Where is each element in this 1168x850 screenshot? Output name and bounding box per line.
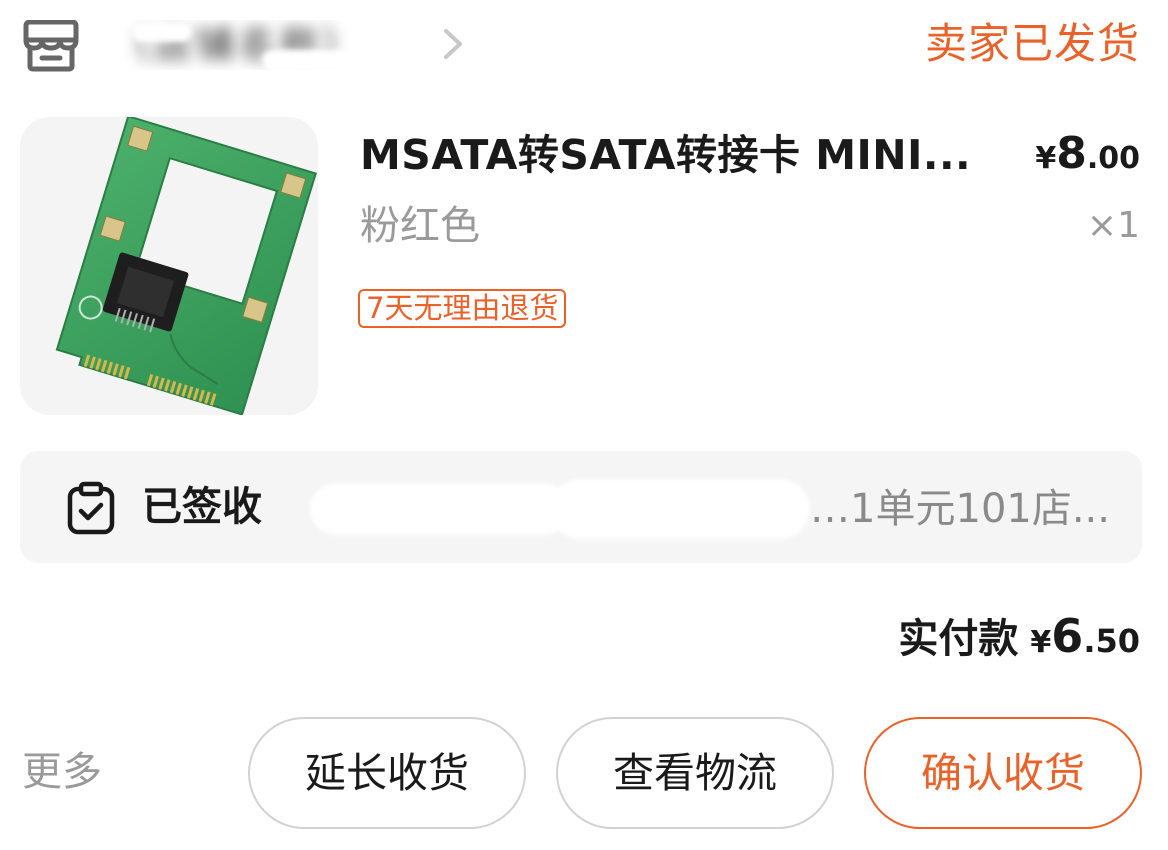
order-status: 卖家已发货: [924, 19, 1140, 68]
confirm-receipt-button[interactable]: 确认收货: [864, 717, 1142, 829]
paid-decimal: .50: [1083, 622, 1140, 660]
redaction-mark: [132, 22, 192, 42]
logistics-status: 已签收: [142, 484, 262, 530]
more-link[interactable]: 更多: [22, 744, 102, 800]
redaction-mark: [550, 479, 810, 539]
price-integer: 8: [1056, 128, 1087, 179]
redaction-mark: [310, 483, 570, 535]
product-image[interactable]: [20, 117, 318, 415]
paid-amount: 实付款 ¥6.50: [898, 606, 1140, 664]
paid-currency: ¥: [1030, 625, 1052, 660]
extend-receipt-button[interactable]: 延长收货: [248, 717, 526, 829]
redaction-mark: [262, 50, 352, 70]
price-currency: ¥: [1035, 141, 1057, 176]
price-decimal: .00: [1086, 141, 1140, 176]
product-variant: 粉红色: [360, 203, 480, 249]
paid-integer: 6: [1051, 609, 1084, 663]
shop-icon[interactable]: [22, 19, 80, 72]
paid-label: 实付款: [898, 616, 1019, 662]
product-title[interactable]: MSATA转SATA转接卡 MINI...: [360, 126, 1000, 184]
chevron-right-icon[interactable]: [440, 27, 466, 61]
logistics-panel[interactable]: 已签收 …1单元101店...: [20, 451, 1142, 563]
clipboard-check-icon: [66, 481, 116, 535]
shop-name[interactable]: （店铺名称）: [112, 20, 432, 70]
product-price: ¥8.00: [1035, 128, 1140, 179]
return-policy-tag: 7天无理由退货: [358, 289, 567, 328]
view-logistics-button[interactable]: 查看物流: [556, 717, 834, 829]
order-header: （店铺名称） 卖家已发货: [0, 0, 1168, 92]
logistics-address-wrap: …1单元101店...: [310, 479, 1110, 539]
logistics-address: …1单元101店...: [810, 486, 1110, 532]
product-quantity: ×1: [1086, 205, 1140, 246]
